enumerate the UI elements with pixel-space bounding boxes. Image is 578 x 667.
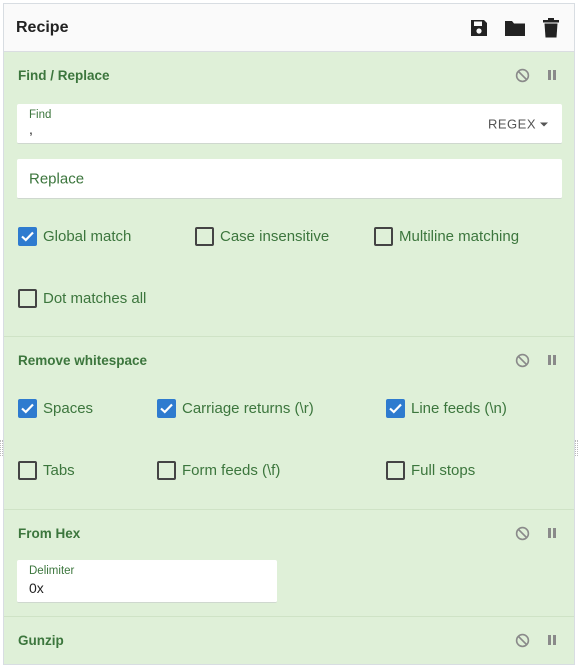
disable-icon[interactable]: [514, 632, 530, 648]
operation-title: Gunzip: [18, 632, 64, 648]
multiline-matching-label: Multiline matching: [399, 228, 520, 245]
pause-icon[interactable]: [544, 632, 560, 648]
recipe-header: Recipe: [4, 4, 574, 52]
line-feeds-checkbox[interactable]: Line feeds (\n): [386, 399, 507, 418]
line-feeds-label: Line feeds (\n): [411, 400, 507, 417]
checkbox-unchecked-icon: [18, 461, 37, 480]
carriage-returns-label: Carriage returns (\r): [182, 400, 314, 417]
delimiter-value: 0x: [29, 580, 44, 596]
multiline-matching-checkbox[interactable]: Multiline matching: [374, 227, 519, 246]
full-stops-checkbox[interactable]: Full stops: [386, 461, 475, 480]
delimiter-field[interactable]: Delimiter 0x: [17, 560, 277, 603]
replace-field[interactable]: Replace: [17, 159, 562, 199]
checkbox-unchecked-icon: [18, 289, 37, 308]
gunzip-operation: Gunzip: [4, 617, 574, 664]
disable-icon[interactable]: [514, 67, 530, 83]
checkbox-unchecked-icon: [386, 461, 405, 480]
global-match-checkbox[interactable]: Global match: [18, 227, 131, 246]
find-label: Find: [29, 109, 52, 121]
checkbox-unchecked-icon: [157, 461, 176, 480]
checkbox-unchecked-icon: [374, 227, 393, 246]
from-hex-operation: From Hex Delimiter 0x: [4, 510, 574, 617]
checkbox-checked-icon: [157, 399, 176, 418]
tabs-checkbox[interactable]: Tabs: [18, 461, 75, 480]
find-value: ,: [29, 121, 33, 137]
checkbox-checked-icon: [18, 227, 37, 246]
case-insensitive-label: Case insensitive: [220, 228, 330, 245]
pause-icon[interactable]: [544, 67, 560, 83]
checkbox-unchecked-icon: [195, 227, 214, 246]
replace-placeholder: Replace: [29, 170, 85, 187]
spaces-checkbox[interactable]: Spaces: [18, 399, 93, 418]
form-feeds-checkbox[interactable]: Form feeds (\f): [157, 461, 280, 480]
recipe-panel: Recipe Find / Replace Find , REGEX Repla…: [3, 3, 575, 665]
operation-title: Remove whitespace: [18, 352, 148, 368]
dot-matches-all-label: Dot matches all: [43, 290, 147, 307]
operation-title: From Hex: [18, 525, 81, 541]
save-icon[interactable]: [468, 17, 490, 39]
tabs-label: Tabs: [43, 462, 75, 479]
carriage-returns-checkbox[interactable]: Carriage returns (\r): [157, 399, 314, 418]
pause-icon[interactable]: [544, 525, 560, 541]
checkbox-checked-icon: [18, 399, 37, 418]
recipe-title: Recipe: [16, 18, 69, 36]
remove-whitespace-operation: Remove whitespace Spaces Carriage return…: [4, 337, 574, 510]
checkbox-checked-icon: [386, 399, 405, 418]
full-stops-label: Full stops: [411, 462, 476, 479]
trash-icon[interactable]: [540, 17, 562, 39]
pause-icon[interactable]: [544, 352, 560, 368]
caret-down-icon: [540, 122, 548, 127]
operation-title: Find / Replace: [18, 67, 110, 83]
find-replace-operation: Find / Replace Find , REGEX Replace Glob…: [4, 52, 574, 337]
case-insensitive-checkbox[interactable]: Case insensitive: [195, 227, 329, 246]
disable-icon[interactable]: [514, 525, 530, 541]
form-feeds-label: Form feeds (\f): [182, 462, 281, 479]
dot-matches-all-checkbox[interactable]: Dot matches all: [18, 289, 146, 308]
find-field[interactable]: Find , REGEX: [17, 104, 562, 144]
global-match-label: Global match: [43, 228, 132, 245]
regex-label: REGEX: [487, 116, 536, 131]
regex-dropdown-button[interactable]: REGEX: [488, 116, 548, 131]
folder-icon[interactable]: [504, 17, 526, 39]
spaces-label: Spaces: [43, 400, 94, 417]
delimiter-label: Delimiter: [29, 565, 75, 577]
disable-icon[interactable]: [514, 352, 530, 368]
